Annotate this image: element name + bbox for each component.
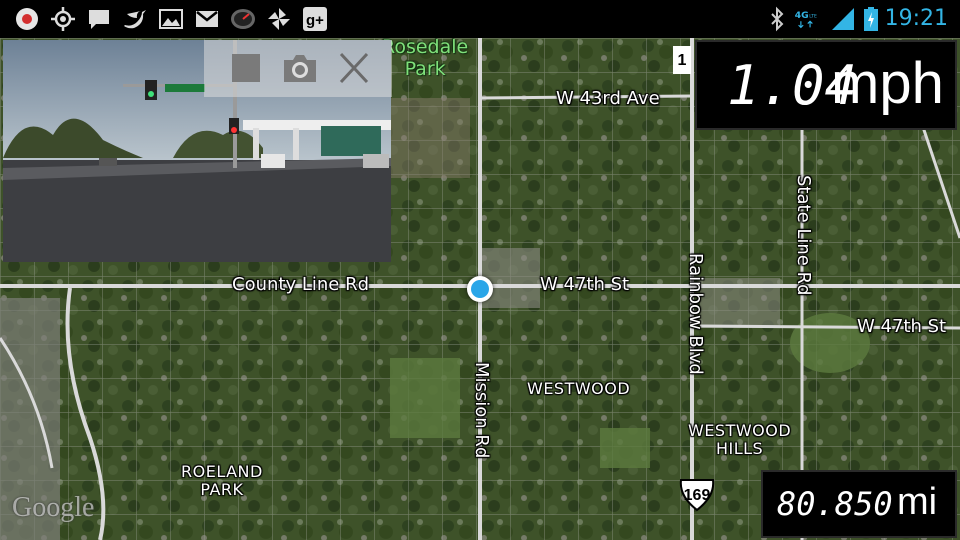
stop-recording-button[interactable] [226,50,266,90]
rosedale-label-line2: Park [404,58,446,80]
pinwheel-icon [266,6,292,32]
westwood-label: WESTWOOD [527,379,631,398]
status-bar: g+ 4G LTE 19:21 [0,0,960,38]
road-county-line-rd: County Line Rd [232,274,369,295]
gmail-icon [194,6,220,32]
camera-controls-bar [204,40,392,97]
current-location-marker [467,276,493,302]
distance-display: 80.850 mi [761,470,957,538]
signal-icon [830,6,856,32]
speedometer-icon [230,6,256,32]
us-169-shield-icon: 169 [678,478,716,512]
twitter-icon [122,6,148,32]
4g-lte-icon: 4G LTE [794,6,828,32]
camera-icon [284,55,316,82]
distance-value: 80.850 [777,485,893,523]
westwood-hills-line2: HILLS [715,439,764,458]
speed-unit: mph [831,51,944,116]
svg-text:LTE: LTE [809,13,817,19]
top-route-shield-icon: 1 [672,44,692,78]
google-attribution-logo: Google [12,492,95,523]
road-w47th-st-left: W 47th St [540,274,630,295]
gps-icon [50,6,76,32]
road-state-line-rd: State Line Rd [793,175,814,296]
distance-unit: mi [897,481,938,523]
close-icon [339,52,369,84]
stop-icon [232,54,260,82]
roeland-line2: PARK [200,480,244,499]
clock: 19:21 [884,6,948,31]
message-icon [86,6,112,32]
speed-display: 1.04 mph [695,40,957,130]
road-mission-rd: Mission Rd [471,362,492,459]
svg-text:g+: g+ [306,12,324,29]
gallery-icon [158,6,184,32]
road-w47th-st-right: W 47th St [857,316,947,337]
bluetooth-icon [764,6,790,32]
road-rainbow-blvd: Rainbow Blvd [685,253,706,375]
road-w43rd-ave: W 43rd Ave [556,88,660,109]
westwood-hills-label: WESTWOOD HILLS [688,422,791,458]
roeland-line1: ROELAND [181,462,263,481]
westwood-hills-line1: WESTWOOD [688,421,792,440]
roeland-park-label: ROELAND PARK [181,463,263,499]
google-plus-icon: g+ [302,6,328,32]
battery-charging-icon [858,6,878,32]
top-route-label: 1 [677,52,687,69]
us-169-label: 169 [683,487,711,504]
close-camera-button[interactable] [334,50,374,90]
take-photo-button[interactable] [280,50,320,90]
record-icon [14,6,40,32]
rosedale-park-label: Rosedale Park [382,36,468,80]
rosedale-label-line1: Rosedale [382,36,469,58]
svg-text:4G: 4G [795,10,809,21]
